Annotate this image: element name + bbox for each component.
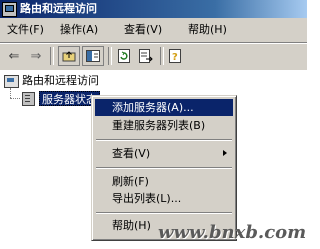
menu-separator (96, 139, 232, 141)
toolbar-separator (160, 47, 164, 65)
menu-file[interactable]: 文件(F) (7, 23, 44, 37)
menu-action[interactable]: 操作(A) (60, 23, 98, 37)
window-title: 路由和远程访问 (20, 2, 97, 15)
title-bar: 路由和远程访问 (0, 0, 307, 18)
tree-connector (10, 88, 11, 98)
context-menu: 添加服务器(A)... 重建服务器列表(B) 查看(V) 刷新(F) 导出列表(… (91, 95, 237, 241)
menu-separator (96, 167, 232, 169)
server-icon (22, 92, 35, 106)
tree-root-label: 路由和远程访问 (22, 74, 99, 87)
menu-item-refresh[interactable]: 刷新(F) (95, 173, 233, 190)
routing-remote-access-icon (4, 74, 19, 88)
submenu-arrow-icon (223, 150, 227, 156)
refresh-icon[interactable] (114, 47, 134, 65)
app-icon (2, 2, 17, 17)
menu-item-view[interactable]: 查看(V) (95, 145, 233, 162)
tree-connector (10, 98, 20, 99)
menu-separator (96, 212, 232, 214)
menu-item-add-server[interactable]: 添加服务器(A)... (95, 99, 233, 116)
up-folder-icon[interactable] (58, 46, 80, 66)
back-arrow-icon[interactable]: ⇐ (4, 47, 24, 65)
menu-item-export-list[interactable]: 导出列表(L)... (95, 190, 233, 207)
menu-help[interactable]: 帮助(H) (188, 23, 227, 37)
toolbar-separator (50, 47, 54, 65)
forward-arrow-icon[interactable]: ⇒ (26, 47, 46, 65)
svg-text:?: ? (172, 52, 178, 63)
toolbar: ⇐ ⇒ ? (0, 43, 307, 71)
watermark: www.bnxb.com (158, 222, 307, 243)
menu-bar: 文件(F) 操作(A) 查看(V) 帮助(H) (0, 18, 307, 43)
export-list-icon[interactable] (136, 47, 156, 65)
menu-item-rebuild-server-list[interactable]: 重建服务器列表(B) (95, 117, 233, 134)
show-hide-tree-icon[interactable] (82, 46, 104, 66)
help-icon[interactable]: ? (166, 47, 186, 65)
menu-item-view-label: 查看(V) (112, 147, 151, 160)
tree-root-node[interactable]: 路由和远程访问 (4, 74, 99, 88)
menu-view[interactable]: 查看(V) (124, 23, 162, 37)
toolbar-separator (108, 47, 112, 65)
